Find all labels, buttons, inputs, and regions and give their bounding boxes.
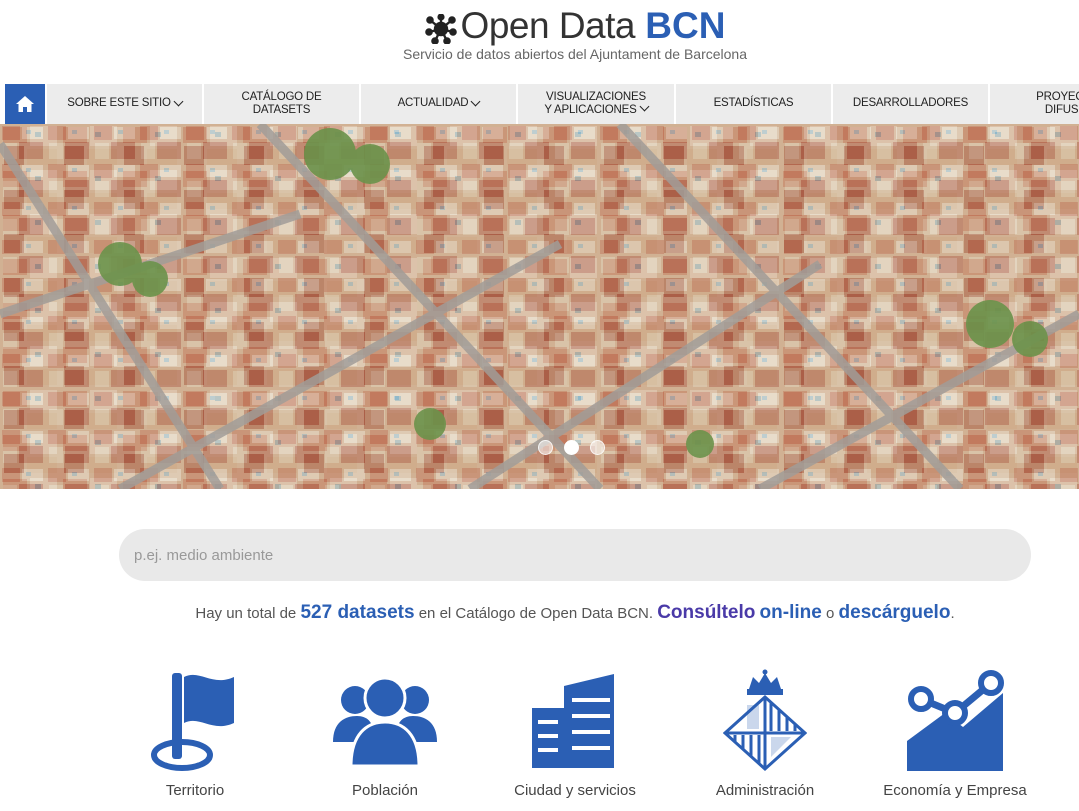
logo-text-light: Open Data xyxy=(460,5,636,46)
nav-item-catalogo[interactable]: CATÁLOGO DE DATASETS xyxy=(204,84,359,124)
category-label: Administración xyxy=(715,782,815,799)
nav-item-sobre[interactable]: SOBRE ESTE SITIO xyxy=(47,84,202,124)
trend-chart-icon xyxy=(907,670,1004,771)
hero-image xyxy=(0,124,1079,489)
category-ciudad[interactable]: Ciudad y servicios xyxy=(485,668,665,799)
home-icon xyxy=(16,96,34,112)
category-label: Economía y Empresa xyxy=(883,782,1027,799)
carousel-dots xyxy=(538,440,605,455)
datasets-word: datasets xyxy=(337,602,415,623)
carousel-dot-2[interactable] xyxy=(564,440,579,455)
summary-middle: en el Catálogo de Open Data BCN. xyxy=(418,605,654,622)
category-territorio[interactable]: Territorio xyxy=(105,668,285,799)
chevron-down-icon xyxy=(173,96,184,106)
nav-item-actualidad[interactable]: ACTUALIDAD xyxy=(361,84,516,124)
nav-item-desarrolladores[interactable]: DESARROLLADORES xyxy=(833,84,988,124)
nav-item-proyecto[interactable]: PROYECTO DIFUSIÓ xyxy=(990,84,1079,124)
summary-prefix: Hay un total de xyxy=(195,605,297,622)
logo-text-bold: BCN xyxy=(645,5,726,46)
nav-item-label: ACTUALIDAD xyxy=(397,97,469,110)
search-input[interactable] xyxy=(119,529,1031,581)
flag-icon xyxy=(151,673,234,771)
download-link[interactable]: descárguelo xyxy=(839,602,951,623)
nav-item-label-wrap: VISUALIZACIONES Y APLICACIONES xyxy=(542,91,650,118)
chevron-down-icon xyxy=(470,96,481,106)
nav-item-label: SOBRE ESTE SITIO xyxy=(67,97,171,110)
hero-carousel[interactable] xyxy=(0,124,1079,489)
people-icon xyxy=(333,676,437,766)
chevron-down-icon xyxy=(639,101,650,112)
summary-end: . xyxy=(950,605,955,622)
carousel-dot-3[interactable] xyxy=(590,440,605,455)
nav-item-label: VISUALIZACIONES Y APLICACIONES xyxy=(544,90,646,117)
site-header: Open Data BCN Servicio de datos abiertos… xyxy=(0,0,1079,84)
site-subtitle: Servicio de datos abiertos del Ajuntamen… xyxy=(403,46,747,62)
datasets-summary: Hay un total de 527 datasets en el Catál… xyxy=(0,602,1079,624)
consult-link[interactable]: Consúltelo xyxy=(657,602,755,623)
datasets-count-link[interactable]: 527 datasets xyxy=(300,602,414,623)
nav-item-label: PROYECTO DIFUSIÓ xyxy=(1036,90,1079,117)
category-label: Territorio xyxy=(165,782,225,799)
nav-home-button[interactable] xyxy=(5,84,45,124)
nav-item-label: DESARROLLADORES xyxy=(852,97,969,110)
main-nav: SOBRE ESTE SITIO CATÁLOGO DE DATASETS AC… xyxy=(0,84,1079,124)
coat-of-arms-icon xyxy=(723,669,807,772)
datasets-count: 527 xyxy=(300,602,333,623)
category-poblacion[interactable]: Población xyxy=(295,668,475,799)
nav-item-visualizaciones[interactable]: VISUALIZACIONES Y APLICACIONES xyxy=(518,84,674,124)
category-label: Ciudad y servicios xyxy=(514,782,636,799)
nav-item-label: ESTADÍSTICAS xyxy=(713,97,794,110)
category-administracion[interactable]: Administración xyxy=(675,668,855,799)
summary-or: o xyxy=(826,605,835,622)
carousel-dot-1[interactable] xyxy=(538,440,553,455)
nav-item-label: CATÁLOGO DE DATASETS xyxy=(241,90,322,117)
category-economia[interactable]: Economía y Empresa xyxy=(865,668,1045,799)
building-icon xyxy=(532,674,614,768)
nav-item-estadisticas[interactable]: ESTADÍSTICAS xyxy=(676,84,831,124)
online-link[interactable]: on-line xyxy=(760,602,822,623)
category-label: Población xyxy=(352,782,418,799)
